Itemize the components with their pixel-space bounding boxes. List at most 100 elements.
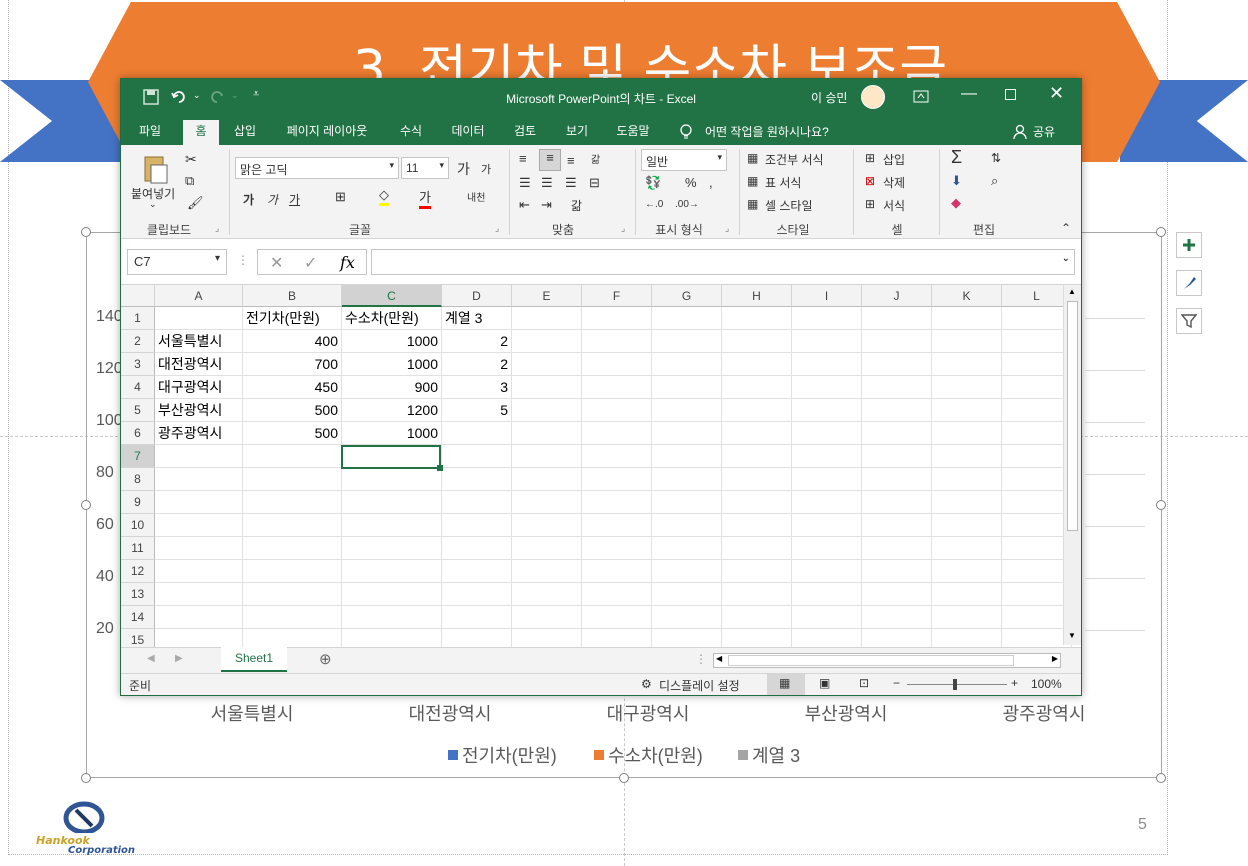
formula-input[interactable]: ⌄: [371, 249, 1075, 275]
tab-insert[interactable]: 삽입: [225, 120, 265, 145]
table-cell[interactable]: [512, 583, 582, 606]
column-header[interactable]: H: [722, 285, 792, 307]
user-name[interactable]: 이 승민: [811, 89, 847, 106]
resize-handle[interactable]: [1156, 227, 1166, 237]
fill-handle[interactable]: [437, 465, 443, 471]
table-cell[interactable]: [862, 560, 932, 583]
cell-style-button[interactable]: 셀 스타일: [765, 197, 813, 214]
dialog-launcher-icon[interactable]: ⌟: [495, 223, 499, 234]
table-cell[interactable]: [243, 629, 342, 647]
row-header[interactable]: 1: [121, 307, 155, 330]
table-cell[interactable]: 700: [243, 353, 342, 376]
cancel-icon[interactable]: ✕: [270, 253, 283, 272]
table-cell[interactable]: [862, 491, 932, 514]
fx-icon[interactable]: fx: [340, 253, 355, 272]
table-cell[interactable]: [652, 606, 722, 629]
enter-icon[interactable]: ✓: [304, 253, 317, 272]
save-icon[interactable]: [143, 89, 159, 105]
table-cell[interactable]: [442, 560, 512, 583]
collapse-ribbon-icon[interactable]: ⌃: [1061, 221, 1071, 235]
slide-title[interactable]: 3. 전기차 및 수소차 보조금: [200, 40, 1100, 82]
row-header[interactable]: 13: [121, 583, 155, 606]
accounting-icon[interactable]: 💱: [645, 175, 661, 191]
name-box[interactable]: C7 ▾: [127, 249, 227, 275]
table-cell[interactable]: [582, 537, 652, 560]
table-cell[interactable]: [932, 353, 1002, 376]
table-cell[interactable]: [243, 468, 342, 491]
table-cell[interactable]: [652, 422, 722, 445]
table-cell[interactable]: [652, 307, 722, 330]
table-cell[interactable]: [582, 560, 652, 583]
table-cell[interactable]: [582, 606, 652, 629]
table-cell[interactable]: [442, 491, 512, 514]
find-icon[interactable]: ⌕: [991, 173, 998, 189]
display-settings-button[interactable]: 디스플레이 설정: [659, 677, 740, 694]
table-cell[interactable]: [512, 468, 582, 491]
table-cell[interactable]: [792, 330, 862, 353]
row-header[interactable]: 14: [121, 606, 155, 629]
paste-icon[interactable]: [139, 153, 171, 185]
scroll-left-icon[interactable]: ◀: [716, 654, 722, 663]
percent-icon[interactable]: %: [685, 175, 697, 190]
table-cell[interactable]: [652, 399, 722, 422]
row-header[interactable]: 11: [121, 537, 155, 560]
next-sheet-icon[interactable]: ▶: [175, 653, 183, 664]
table-cell[interactable]: [442, 606, 512, 629]
table-cell[interactable]: 전기차(만원): [243, 307, 342, 330]
table-cell[interactable]: [652, 583, 722, 606]
table-cell[interactable]: [582, 330, 652, 353]
table-cell[interactable]: [1002, 445, 1072, 468]
table-cell[interactable]: [243, 583, 342, 606]
table-cell[interactable]: [722, 629, 792, 647]
table-cell[interactable]: [932, 376, 1002, 399]
table-cell[interactable]: 2: [442, 330, 512, 353]
share-button[interactable]: 공유: [1033, 123, 1055, 140]
table-cell[interactable]: [155, 468, 243, 491]
orientation-icon[interactable]: 갊: [591, 151, 600, 166]
table-cell[interactable]: [792, 629, 862, 647]
table-cell[interactable]: [862, 399, 932, 422]
table-cell[interactable]: [862, 445, 932, 468]
table-cell[interactable]: [792, 307, 862, 330]
number-format-select[interactable]: 일반 ▾: [641, 149, 727, 171]
table-cell[interactable]: 450: [243, 376, 342, 399]
table-cell[interactable]: [1002, 514, 1072, 537]
row-header[interactable]: 10: [121, 514, 155, 537]
table-cell[interactable]: [722, 445, 792, 468]
table-cell[interactable]: [862, 422, 932, 445]
resize-handle[interactable]: [81, 773, 91, 783]
table-cell[interactable]: [652, 353, 722, 376]
table-cell[interactable]: [652, 537, 722, 560]
table-cell[interactable]: [792, 560, 862, 583]
table-cell[interactable]: [652, 445, 722, 468]
table-cell[interactable]: [932, 560, 1002, 583]
comma-icon[interactable]: ,: [709, 175, 713, 190]
table-cell[interactable]: [932, 399, 1002, 422]
table-cell[interactable]: [582, 399, 652, 422]
tab-data[interactable]: 데이터: [443, 120, 493, 145]
align-center-icon[interactable]: ☰: [541, 175, 553, 191]
row-header[interactable]: 4: [121, 376, 155, 399]
resize-handle[interactable]: [1156, 500, 1166, 510]
table-cell[interactable]: [932, 514, 1002, 537]
conditional-format-button[interactable]: 조건부 서식: [765, 151, 824, 168]
table-cell[interactable]: [862, 330, 932, 353]
table-cell[interactable]: [155, 629, 243, 647]
table-cell[interactable]: [862, 537, 932, 560]
align-middle-icon[interactable]: ≡: [539, 149, 561, 171]
format-cells-button[interactable]: 서식: [883, 197, 905, 214]
table-cell[interactable]: [442, 514, 512, 537]
table-cell[interactable]: [862, 583, 932, 606]
table-cell[interactable]: [932, 468, 1002, 491]
undo-icon[interactable]: [171, 89, 187, 105]
table-cell[interactable]: [722, 399, 792, 422]
decrease-font-icon[interactable]: 가: [481, 161, 491, 177]
table-cell[interactable]: [342, 468, 442, 491]
tab-view[interactable]: 보기: [557, 120, 597, 145]
table-cell[interactable]: [243, 537, 342, 560]
resize-handle[interactable]: [81, 500, 91, 510]
scroll-right-icon[interactable]: ▶: [1052, 654, 1058, 663]
table-cell[interactable]: [722, 606, 792, 629]
table-cell[interactable]: [582, 468, 652, 491]
active-cell-selection[interactable]: [341, 445, 441, 469]
